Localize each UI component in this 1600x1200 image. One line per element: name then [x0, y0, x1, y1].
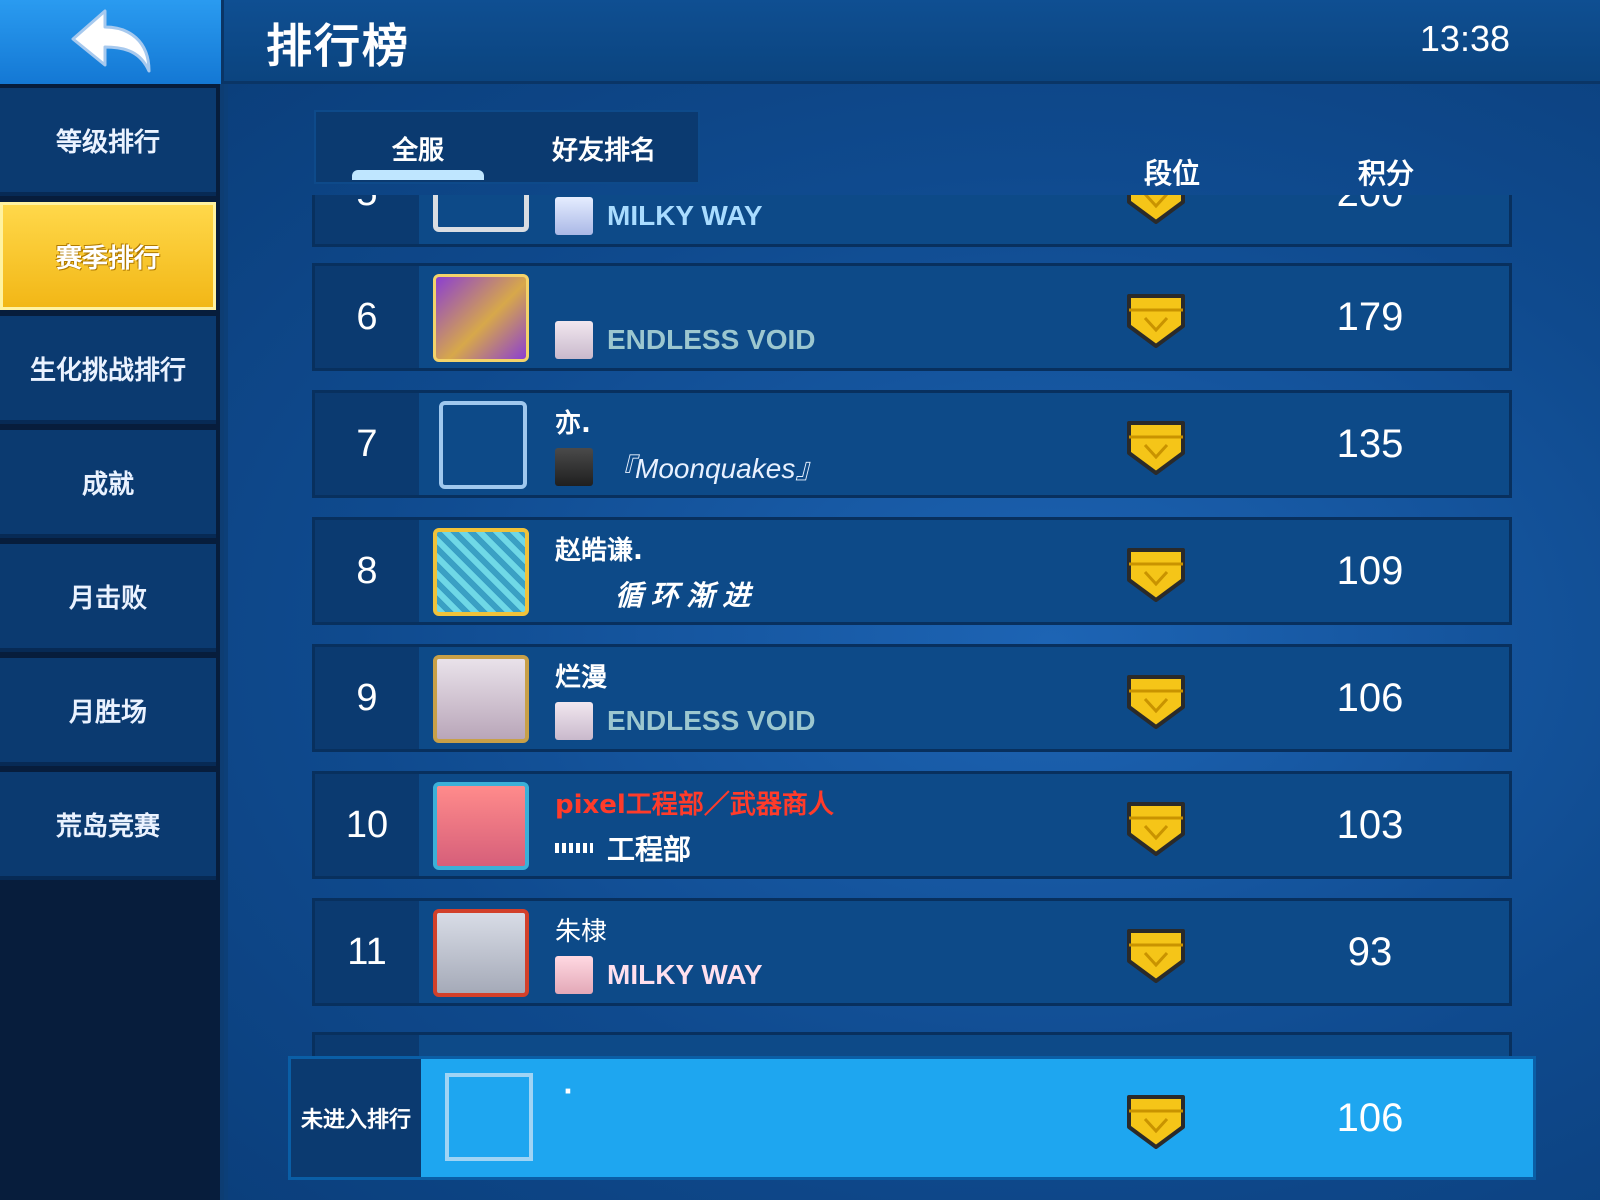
clan-info: ENDLESS VOID — [555, 701, 815, 741]
clock-time: 13:38 — [1419, 18, 1510, 59]
clan-name: MILKY WAY — [607, 959, 763, 990]
ranking-row[interactable]: 8 赵皓谦. 循 环 渐 进 109 — [312, 517, 1512, 625]
avatar-frame — [439, 401, 527, 489]
score-value: 106 — [1336, 675, 1404, 720]
top-bar: 排行榜 13:38 — [0, 0, 1600, 84]
gold-tier-badge-icon — [1127, 421, 1185, 475]
ranking-row[interactable]: 7 亦. 『Moonquakes』 135 — [312, 390, 1512, 498]
clan-tag-icon — [555, 843, 593, 853]
rank-number: 7 — [315, 393, 419, 495]
sidebar-item-zombie-challenge-ranking[interactable]: 生化挑战排行 — [0, 316, 216, 424]
clan-name: 工程部 — [607, 834, 692, 865]
score-value: 135 — [1336, 421, 1404, 466]
avatar-frame — [433, 528, 529, 616]
score-value: 109 — [1336, 548, 1404, 593]
player-name: 亦. — [555, 409, 591, 439]
clan-info: MILKY WAY — [555, 196, 763, 236]
tab-bar: 全服 好友排名 — [314, 110, 700, 184]
rank-number: 5 — [315, 195, 419, 244]
player-name: 烂漫 — [555, 663, 608, 693]
clan-info: MILKY WAY — [555, 955, 763, 995]
gold-tier-badge-icon — [1127, 929, 1185, 983]
rank-number: 6 — [315, 266, 419, 368]
score-value: 103 — [1336, 802, 1404, 847]
rank-number: 10 — [315, 774, 419, 876]
avatar-frame — [433, 782, 529, 870]
avatar-frame — [433, 195, 529, 232]
sidebar-item-island-competition[interactable]: 荒岛竞赛 — [0, 772, 216, 880]
clan-avatar — [555, 197, 593, 235]
my-avatar-frame — [445, 1073, 533, 1161]
ranking-row[interactable]: 10 pixel工程部／武器商人 工程部 103 — [312, 771, 1512, 879]
sidebar-item-season-ranking[interactable]: 赛季排行 — [0, 202, 216, 310]
gold-tier-badge-icon — [1127, 802, 1185, 856]
column-header-score: 积分 — [1358, 157, 1415, 190]
page-title: 排行榜 — [266, 19, 410, 73]
clan-avatar — [555, 448, 593, 486]
score-value: 179 — [1336, 294, 1404, 339]
ranking-row[interactable]: 5 MILKY WAY 200 — [312, 195, 1512, 247]
rank-number: 11 — [315, 901, 419, 1003]
sidebar-item-monthly-kills[interactable]: 月击败 — [0, 544, 216, 652]
clan-name: ENDLESS VOID — [607, 705, 816, 736]
avatar-frame — [433, 655, 529, 743]
column-header-tier: 段位 — [1144, 157, 1201, 190]
sidebar-item-achievements[interactable]: 成就 — [0, 430, 216, 538]
ranking-row[interactable]: 11 朱棣 MILKY WAY 93 — [312, 898, 1512, 1006]
player-name: 赵皓谦. — [555, 536, 643, 566]
not-ranked-label: 未进入排行 — [291, 1059, 421, 1177]
clan-avatar — [555, 321, 593, 359]
rank-number: 8 — [315, 520, 419, 622]
clan-name: 『Moonquakes』 — [607, 453, 824, 484]
player-name: 朱棣 — [555, 917, 608, 947]
ranking-row[interactable]: 9 烂漫 ENDLESS VOID 106 — [312, 644, 1512, 752]
player-name: pixel工程部／武器商人 — [555, 790, 834, 820]
gold-tier-badge-icon — [1127, 1095, 1185, 1149]
score-value: 200 — [1305, 195, 1435, 244]
clan-avatar — [555, 702, 593, 740]
clan-name: ENDLESS VOID — [607, 324, 816, 355]
clan-info: 循 环 渐 进 — [615, 574, 750, 614]
clan-avatar — [555, 956, 593, 994]
gold-tier-badge-icon — [1127, 294, 1185, 348]
rank-number: 9 — [315, 647, 419, 749]
tab-friends-ranking[interactable]: 好友排名 — [552, 130, 656, 167]
clan-name: 循 环 渐 进 — [615, 580, 751, 611]
ranking-list[interactable]: 5 MILKY WAY 200 6 ENDLESS VOID 179 7 亦. … — [312, 195, 1512, 1055]
active-tab-indicator — [352, 170, 484, 180]
clan-info: 『Moonquakes』 — [555, 447, 823, 487]
back-button[interactable] — [0, 0, 224, 84]
back-arrow-icon — [71, 9, 150, 73]
score-value: 93 — [1347, 929, 1393, 974]
gold-tier-badge-icon — [1127, 195, 1185, 224]
sidebar-item-monthly-wins[interactable]: 月胜场 — [0, 658, 216, 766]
ranking-row[interactable]: 6 ENDLESS VOID 179 — [312, 263, 1512, 371]
sidebar-item-level-ranking[interactable]: 等级排行 — [0, 88, 216, 196]
gold-tier-badge-icon — [1127, 548, 1185, 602]
tab-all-server[interactable]: 全服 — [392, 130, 444, 167]
clan-info: 工程部 — [555, 828, 691, 868]
clan-name: MILKY WAY — [607, 200, 763, 231]
my-ranking-row[interactable]: 未进入排行 · 106 — [288, 1056, 1536, 1180]
my-score-value: 106 — [1336, 1095, 1404, 1140]
sidebar: 等级排行 赛季排行 生化挑战排行 成就 月击败 月胜场 荒岛竞赛 — [0, 84, 224, 1200]
avatar-frame — [433, 274, 529, 362]
gold-tier-badge-icon — [1127, 675, 1185, 729]
avatar-frame — [433, 909, 529, 997]
clan-info: ENDLESS VOID — [555, 320, 815, 360]
my-player-name: · — [563, 1077, 573, 1107]
